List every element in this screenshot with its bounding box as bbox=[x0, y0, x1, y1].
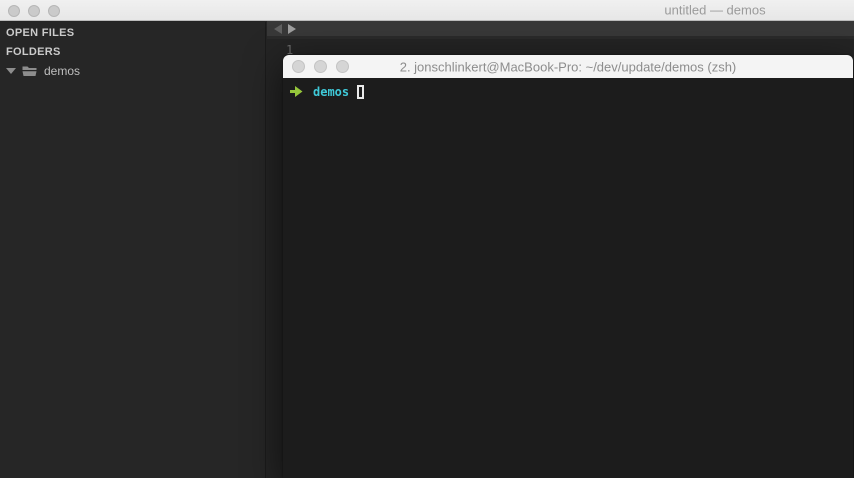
terminal-window: 2. jonschlinkert@MacBook-Pro: ~/dev/upda… bbox=[283, 55, 853, 478]
main-window-titlebar: untitled — demos bbox=[0, 0, 854, 21]
sidebar: OPEN FILES FOLDERS demos bbox=[0, 22, 266, 478]
terminal-content[interactable]: demos bbox=[283, 78, 853, 478]
prompt-directory: demos bbox=[313, 84, 350, 99]
tab-bar bbox=[267, 21, 854, 39]
main-window-title: untitled — demos bbox=[664, 2, 766, 18]
minimize-button[interactable] bbox=[28, 4, 40, 17]
open-files-header: OPEN FILES bbox=[6, 27, 75, 39]
folder-label: demos bbox=[44, 64, 81, 78]
zoom-button[interactable] bbox=[48, 4, 60, 17]
folders-header: FOLDERS bbox=[6, 46, 61, 58]
folder-icon bbox=[22, 66, 37, 76]
close-button[interactable] bbox=[8, 4, 20, 17]
screen: untitled — demos OPEN FILES FOLDERS demo… bbox=[0, 0, 854, 478]
terminal-cursor bbox=[357, 84, 365, 99]
terminal-titlebar[interactable]: 2. jonschlinkert@MacBook-Pro: ~/dev/upda… bbox=[283, 55, 853, 78]
disclosure-triangle-icon[interactable] bbox=[6, 68, 16, 74]
sidebar-folder-demos[interactable]: demos bbox=[0, 62, 265, 80]
main-window-controls bbox=[8, 0, 60, 21]
terminal-prompt-line: demos bbox=[290, 83, 853, 100]
tab-scroll-left-icon[interactable] bbox=[274, 23, 282, 34]
prompt-arrow-icon bbox=[290, 86, 303, 97]
terminal-title: 2. jonschlinkert@MacBook-Pro: ~/dev/upda… bbox=[399, 59, 737, 74]
tab-scroll-right-icon[interactable] bbox=[288, 23, 296, 34]
